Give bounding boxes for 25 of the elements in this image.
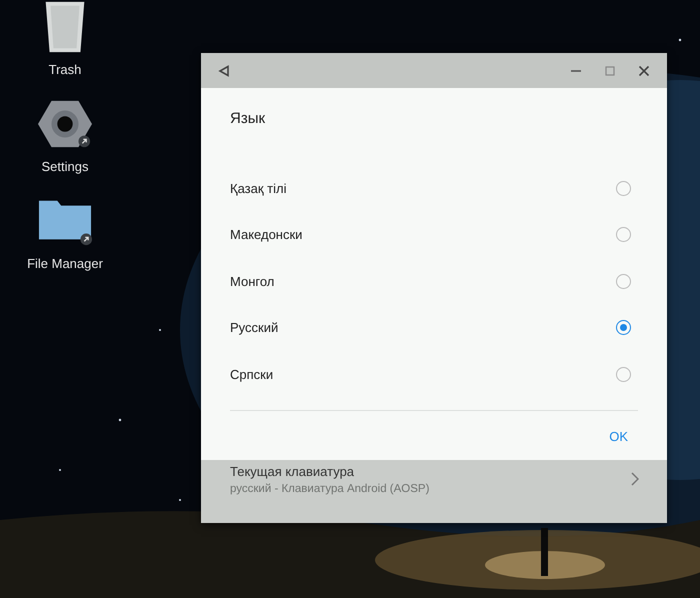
option-label: Македонски xyxy=(230,227,302,242)
row-title: Текущая клавиатура xyxy=(230,464,356,478)
language-option[interactable]: Русский xyxy=(230,304,638,351)
option-label: Српски xyxy=(230,366,274,382)
dialog-title: Язык xyxy=(230,109,266,129)
radio-button[interactable] xyxy=(616,227,631,242)
back-icon[interactable] xyxy=(218,64,230,76)
radio-button[interactable] xyxy=(616,274,631,289)
radio-button[interactable] xyxy=(616,180,631,196)
language-option[interactable]: Қазақ тілі xyxy=(230,165,638,212)
language-option[interactable]: Српски xyxy=(230,351,638,398)
settings-row[interactable]: Текущая клавиатура русский - Клавиатура Android (AOSP) xyxy=(201,460,667,494)
option-label: Русский xyxy=(230,320,278,336)
language-option[interactable]: Монгол xyxy=(230,258,638,304)
close-icon[interactable] xyxy=(638,64,650,76)
radio-button[interactable] xyxy=(616,366,631,382)
language-option[interactable]: Македонски xyxy=(230,212,638,258)
option-label: Қазақ тілі xyxy=(230,180,286,196)
icon-label: Settings xyxy=(42,159,88,174)
icon-label: Trash xyxy=(48,62,82,77)
chevron-icon xyxy=(631,472,639,486)
option-label: Монгол xyxy=(230,274,274,289)
icon-label: File Manager xyxy=(27,256,103,271)
radio-button[interactable] xyxy=(616,320,631,336)
row-subtitle: русский - Клавиатура Android (AOSP) xyxy=(230,482,430,494)
